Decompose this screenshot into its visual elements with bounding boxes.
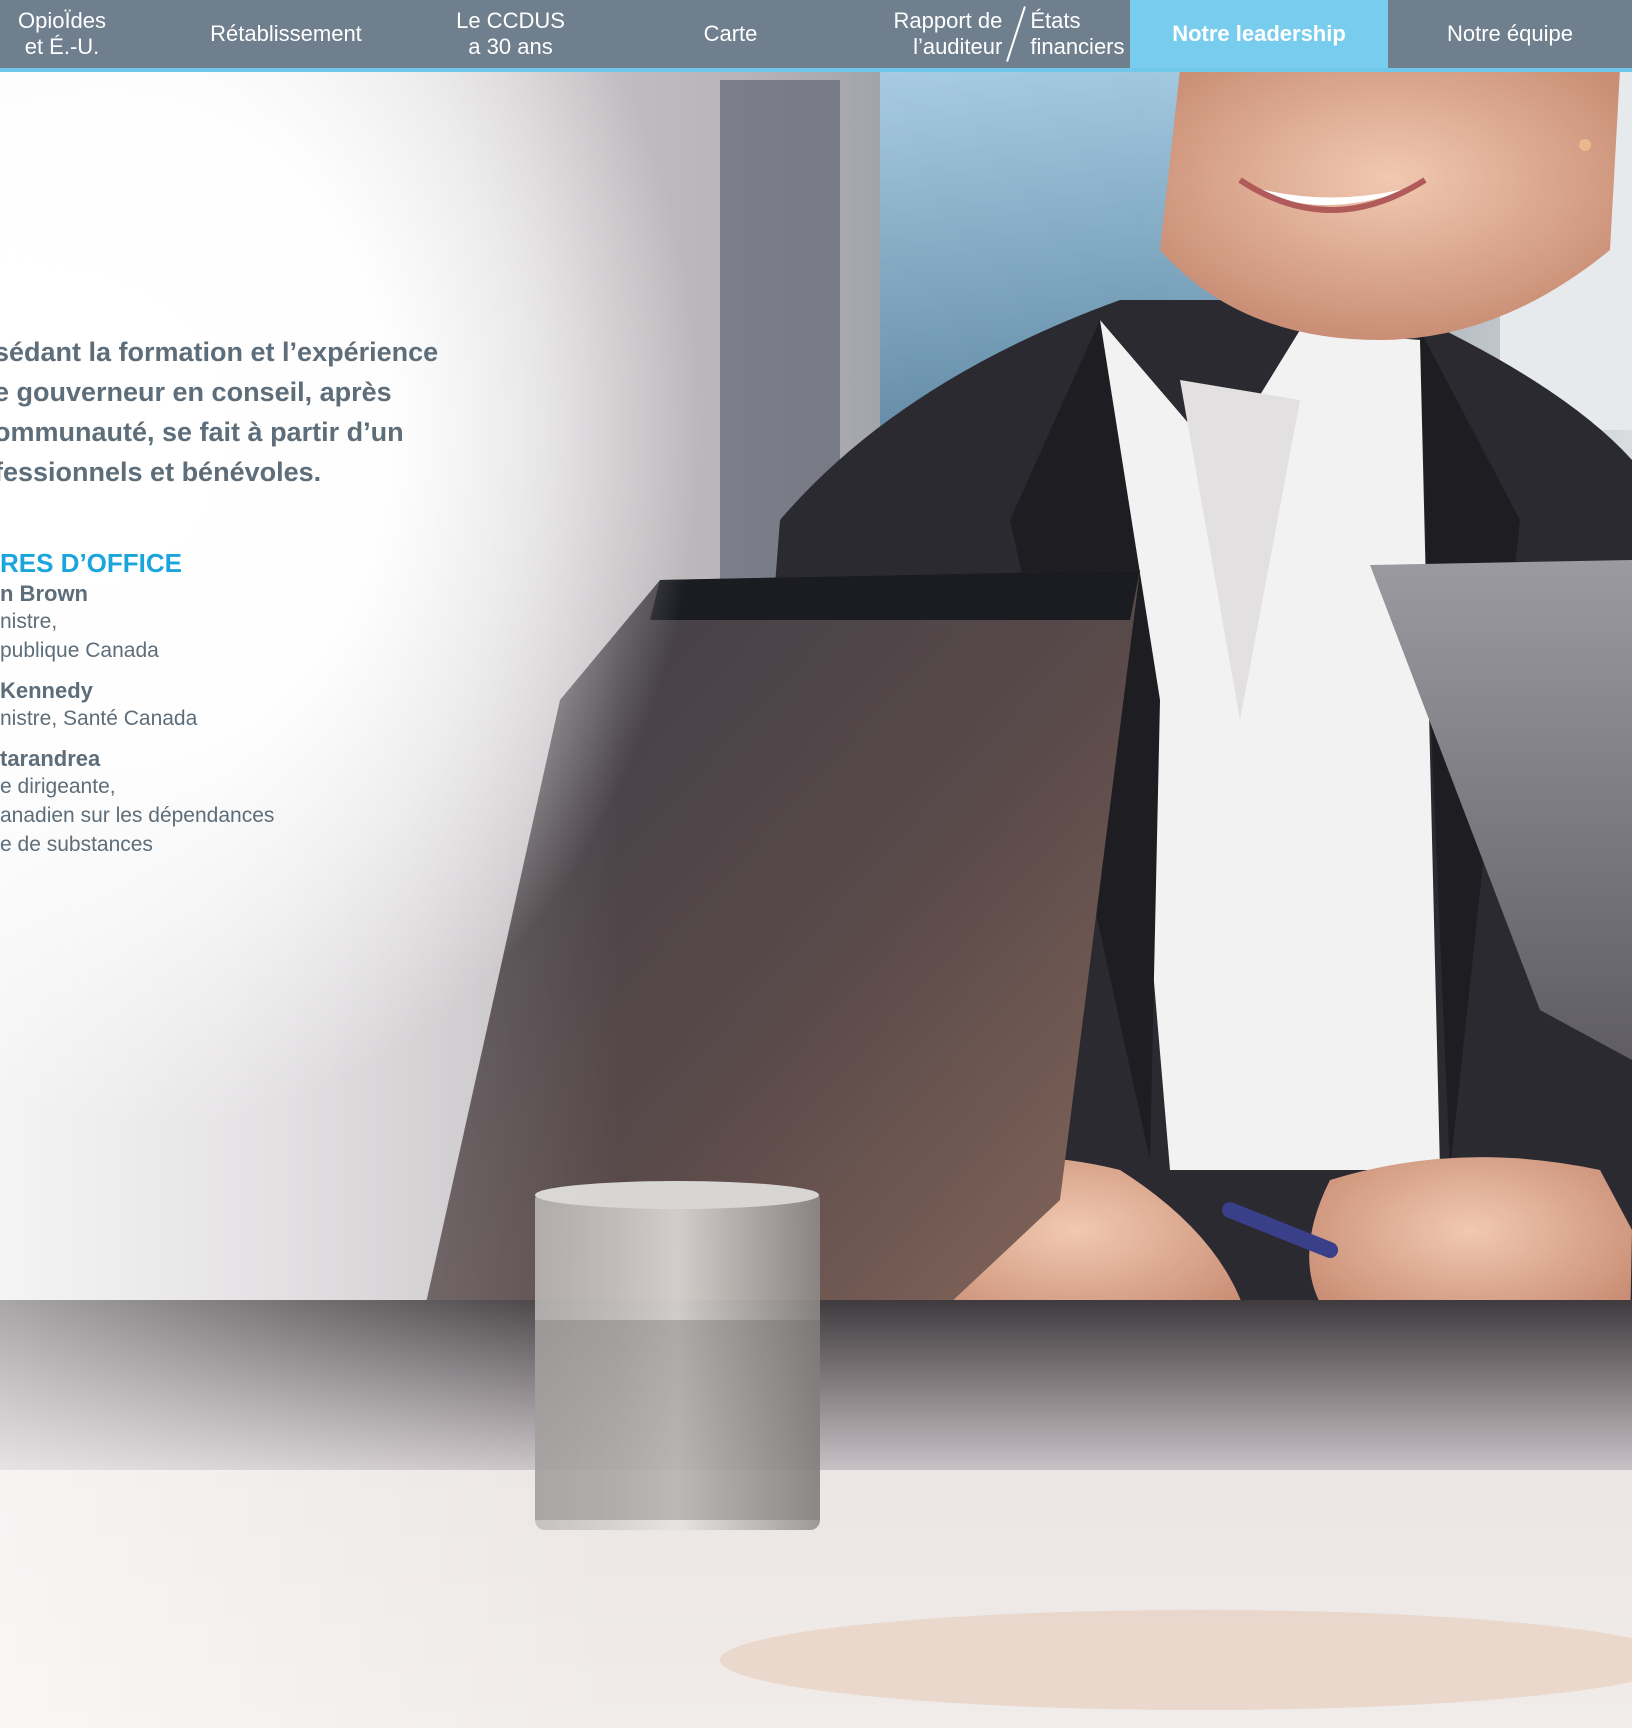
member-kennedy: Kennedy nistre, Santé Canada <box>0 677 197 733</box>
nav-retablissement-label: Rétablissement <box>210 21 362 46</box>
nav-rapport-line2: l’auditeur <box>913 34 1003 59</box>
nav-rapport-split: Rapport de l’auditeur États financiers <box>893 7 1124 61</box>
nav-ccdus-line1: Le CCDUS <box>456 8 565 33</box>
nav-etats-line2: financiers <box>1030 34 1125 59</box>
nav-equipe-label: Notre équipe <box>1447 21 1573 46</box>
intro-line: ommunauté, se fait à partir d’un <box>0 417 404 447</box>
office-section-title: RES D’OFFICE <box>0 548 183 578</box>
nav-leadership-label: Notre leadership <box>1172 21 1346 46</box>
nav-notre-leadership[interactable]: Notre leadership <box>1130 0 1388 68</box>
nav-etats-line1: États <box>1030 8 1081 33</box>
member-name: n Brown <box>0 581 88 606</box>
member-name: Kennedy <box>0 678 93 703</box>
nav-rapport-line1: Rapport de <box>893 8 1003 33</box>
nav-ccdus-line2: a 30 ans <box>468 34 553 59</box>
intro-line: fessionnels et bénévoles. <box>0 457 322 487</box>
nav-ccdus-30-ans[interactable]: Le CCDUS a 30 ans <box>448 0 573 68</box>
intro-line: sédant la formation et l’expérience <box>0 337 439 367</box>
member-role-line: nistre, <box>0 610 58 633</box>
nav-carte[interactable]: Carte <box>573 0 888 68</box>
background-photo <box>0 0 1632 1728</box>
nav-etats-financiers[interactable]: États financiers <box>1030 8 1124 60</box>
nav-retablissement[interactable]: Rétablissement <box>124 0 448 68</box>
nav-opioides-line1: OpioÏdes <box>17 8 107 33</box>
nav-slash-divider <box>1006 7 1026 61</box>
nav-opioides-eu[interactable]: OpioÏdes et É.-U. <box>0 0 124 68</box>
nav-rapport-etats[interactable]: Rapport de l’auditeur États financiers <box>888 0 1130 68</box>
member-tarandrea: tarandrea e dirigeante, anadien sur les … <box>0 745 274 859</box>
member-role-line: e de substances <box>0 833 153 856</box>
member-role-line: anadien sur les dépendances <box>0 804 275 827</box>
nav-opioides-line2: et É.-U. <box>24 34 100 59</box>
intro-paragraph: sédant la formation et l’expérience e go… <box>0 332 438 492</box>
member-brown: n Brown nistre, publique Canada <box>0 580 159 665</box>
intro-line: e gouverneur en conseil, après <box>0 377 392 407</box>
top-navigation: OpioÏdes et É.-U. Rétablissement Le CCDU… <box>0 0 1632 72</box>
member-name: tarandrea <box>0 746 101 771</box>
nav-rapport-auditeur[interactable]: Rapport de l’auditeur <box>893 8 1002 60</box>
member-role-line: e dirigeante, <box>0 775 116 798</box>
white-fade-overlay <box>0 70 1632 1728</box>
member-role-line: publique Canada <box>0 639 159 662</box>
member-role-line: nistre, Santé Canada <box>0 707 198 730</box>
nav-notre-equipe[interactable]: Notre équipe <box>1388 0 1632 68</box>
nav-carte-label: Carte <box>703 21 758 46</box>
